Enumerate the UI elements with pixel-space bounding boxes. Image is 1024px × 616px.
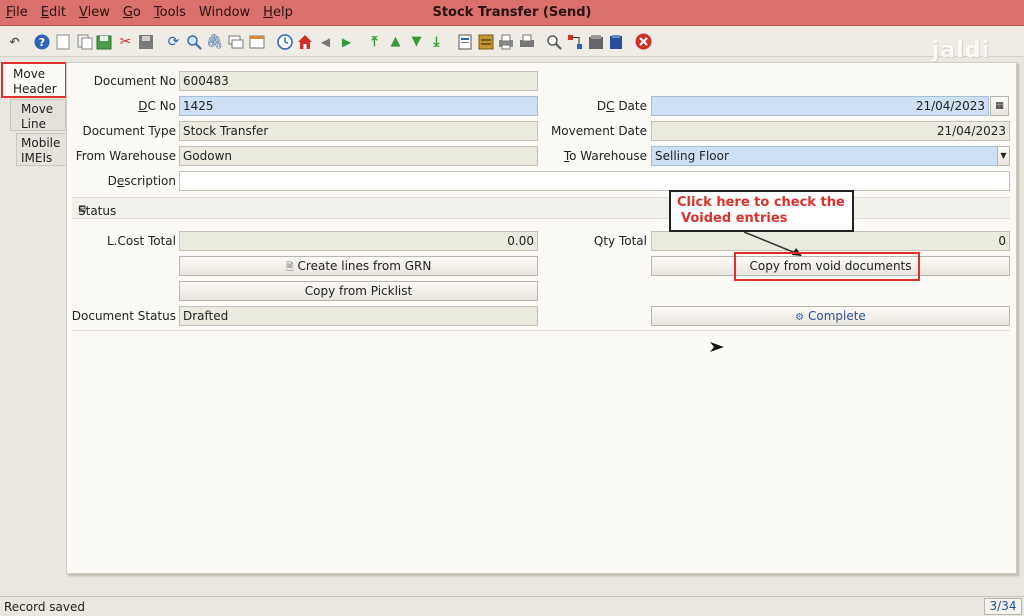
- dc-date-field[interactable]: 21/04/2023: [651, 96, 989, 116]
- annotation-line-1: Click here to check the: [677, 195, 845, 210]
- tab-mobile-imeis[interactable]: Mobile IMEIs: [16, 133, 72, 166]
- status-message: Record saved: [4, 600, 85, 614]
- dc-no-field[interactable]: 1425: [179, 96, 538, 116]
- lcost-total-label: L.Cost Total: [106, 234, 176, 248]
- create-lines-from-grn-button[interactable]: 🗎 Create lines from GRN: [179, 256, 538, 276]
- request-icon[interactable]: [587, 33, 604, 50]
- report-icon[interactable]: [456, 33, 473, 50]
- menu-tools[interactable]: Tools: [154, 5, 186, 20]
- toolbar: ↶ ? ✂ ⟳ 🖇 ◀ ▶ ⤒ ▲ ▼ ⤓: [0, 27, 1024, 57]
- annotation-callout: Click here to check the Voided entries: [669, 190, 854, 232]
- document-type-label: Document Type: [82, 124, 176, 138]
- chat-icon[interactable]: [227, 33, 244, 50]
- document-status-label: Document Status: [71, 309, 176, 323]
- help-icon[interactable]: ?: [33, 33, 50, 50]
- menu-file[interactable]: File: [6, 5, 28, 20]
- last-record-icon[interactable]: ⤓: [428, 33, 445, 50]
- calendar-icon[interactable]: ▦: [990, 96, 1009, 116]
- document-icon: 🗎: [285, 262, 294, 273]
- menu-view[interactable]: View: [79, 5, 110, 20]
- print-icon[interactable]: [518, 33, 535, 50]
- menu-edit[interactable]: Edit: [41, 5, 66, 20]
- undo-icon[interactable]: ↶: [6, 33, 23, 50]
- attachment-icon[interactable]: 🖇: [206, 33, 224, 50]
- lcost-total-field: 0.00: [179, 231, 538, 251]
- svg-text:?: ?: [38, 36, 44, 49]
- from-warehouse-field[interactable]: Godown: [179, 146, 538, 166]
- title-bar: Stock Transfer (Send) File Edit View Go …: [0, 0, 1024, 26]
- dc-date-label: DC Date: [596, 99, 647, 113]
- first-record-icon[interactable]: ⤒: [366, 33, 383, 50]
- delete-icon[interactable]: ✂: [117, 33, 134, 50]
- gear-icon: ⚙: [795, 312, 805, 323]
- print-preview-icon[interactable]: [497, 33, 514, 50]
- close-window-icon[interactable]: [635, 33, 652, 50]
- to-warehouse-select[interactable]: Selling Floor: [651, 146, 998, 166]
- document-no-label: Document No: [93, 74, 176, 88]
- status-bar: Record saved 3/34: [0, 596, 1024, 616]
- qty-total-label: Qty Total: [593, 234, 647, 248]
- qty-total-field: 0: [651, 231, 1010, 251]
- zoom-across-icon[interactable]: [545, 33, 562, 50]
- complete-button[interactable]: ⚙ Complete: [651, 306, 1010, 326]
- disk-icon[interactable]: [137, 33, 154, 50]
- history-icon[interactable]: [276, 33, 293, 50]
- to-warehouse-label: To Warehouse: [563, 149, 647, 163]
- dc-no-label: DC No: [138, 99, 176, 113]
- movement-date-field[interactable]: 21/04/2023: [651, 121, 1010, 141]
- menu-bar: File Edit View Go Tools Window Help: [6, 5, 293, 20]
- document-status-field: Drafted: [179, 306, 538, 326]
- from-warehouse-label: From Warehouse: [75, 149, 176, 163]
- next-record-icon[interactable]: ▼: [408, 33, 425, 50]
- mouse-cursor-icon: [710, 342, 724, 352]
- document-type-field[interactable]: Stock Transfer: [179, 121, 538, 141]
- find-icon[interactable]: [185, 33, 202, 50]
- grid-toggle-icon[interactable]: [248, 33, 265, 50]
- menu-window[interactable]: Window: [199, 5, 250, 20]
- save-green-icon[interactable]: [95, 33, 112, 50]
- menu-go[interactable]: Go: [123, 5, 141, 20]
- tab-move-header[interactable]: Move Header: [1, 62, 67, 98]
- back-icon[interactable]: ◀: [317, 33, 334, 50]
- jaldi-logo: jaldi: [931, 38, 990, 63]
- document-no-field[interactable]: 600483: [179, 71, 538, 91]
- description-input[interactable]: [179, 171, 1010, 191]
- tab-move-line[interactable]: Move Line: [10, 99, 66, 131]
- copy-from-picklist-button[interactable]: Copy from Picklist: [179, 281, 538, 301]
- chevron-down-icon[interactable]: ▼: [997, 146, 1010, 166]
- record-counter[interactable]: 3/34: [984, 598, 1022, 615]
- copy-record-icon[interactable]: [76, 33, 93, 50]
- new-record-icon[interactable]: [54, 33, 71, 50]
- section-divider: [72, 330, 1010, 331]
- home-icon[interactable]: [296, 33, 313, 50]
- previous-record-icon[interactable]: ▲: [387, 33, 404, 50]
- workflow-icon[interactable]: [566, 33, 583, 50]
- description-label: Description: [107, 174, 176, 188]
- status-section-header[interactable]: ⊟ Status: [72, 197, 1010, 219]
- refresh-icon[interactable]: ⟳: [165, 33, 182, 50]
- archive-icon[interactable]: [477, 33, 494, 50]
- product-info-icon[interactable]: [607, 33, 624, 50]
- void-button-highlight: [734, 252, 920, 281]
- menu-help[interactable]: Help: [263, 5, 293, 20]
- forward-icon[interactable]: ▶: [338, 33, 355, 50]
- annotation-line-2: Voided entries: [681, 211, 788, 226]
- movement-date-label: Movement Date: [550, 124, 647, 138]
